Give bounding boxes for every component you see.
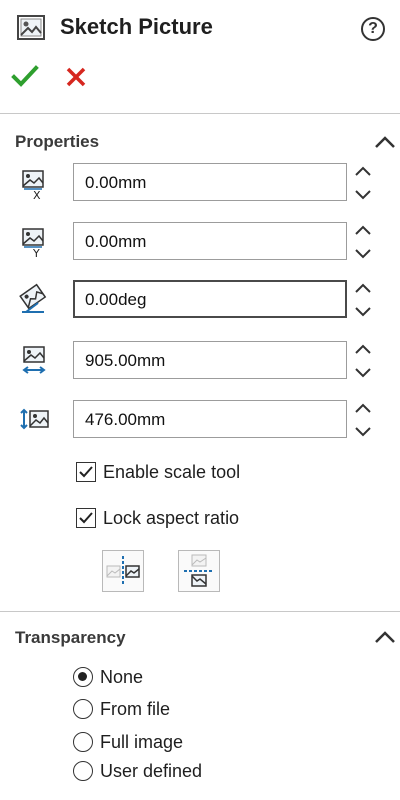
radio-button[interactable] — [73, 761, 93, 781]
section-divider — [0, 611, 400, 612]
radio-label: User defined — [100, 760, 203, 781]
transparency-option-user-defined[interactable]: User defined — [73, 759, 202, 783]
radio-button[interactable] — [73, 732, 93, 752]
checkmark-icon — [11, 65, 39, 87]
radio-label: None — [100, 666, 144, 687]
up-down-spinner-icon — [355, 344, 371, 378]
close-icon — [66, 67, 86, 87]
radio-label: From file — [100, 698, 171, 719]
ok-button[interactable] — [10, 62, 40, 92]
origin-y-spinner[interactable] — [352, 220, 374, 264]
cancel-button[interactable] — [61, 62, 91, 92]
flip-horizontal-button[interactable] — [102, 550, 144, 592]
width-input[interactable]: 905.00mm — [73, 341, 347, 379]
picture-rotation-icon — [18, 283, 50, 317]
picture-height-icon — [18, 402, 50, 436]
checkbox-label: Lock aspect ratio — [103, 507, 240, 528]
radio-button[interactable] — [73, 699, 93, 719]
properties-section-title: Properties — [15, 132, 100, 151]
picture-width-icon — [18, 343, 50, 377]
flip-vertical-icon — [184, 554, 214, 587]
svg-text:Y: Y — [32, 247, 40, 260]
checkmark-icon — [79, 466, 93, 478]
picture-origin-y-icon: Y — [18, 226, 50, 260]
sketch-picture-icon — [16, 13, 46, 43]
width-spinner[interactable] — [352, 339, 374, 383]
rotation-input[interactable]: 0.00deg — [73, 280, 347, 318]
radio-label: Full image — [100, 731, 184, 752]
chevron-up-icon — [375, 631, 395, 643]
properties-collapse-button[interactable] — [373, 134, 397, 150]
panel-title: Sketch Picture — [60, 14, 213, 39]
transparency-collapse-button[interactable] — [373, 629, 397, 645]
height-input[interactable]: 476.00mm — [73, 400, 347, 438]
checkbox-box[interactable] — [76, 508, 96, 528]
height-spinner[interactable] — [352, 398, 374, 442]
enable-scale-tool-checkbox[interactable]: Enable scale tool — [76, 460, 240, 484]
checkmark-icon — [79, 512, 93, 524]
flip-vertical-button[interactable] — [178, 550, 220, 592]
up-down-spinner-icon — [355, 283, 371, 317]
help-button[interactable]: ? — [361, 17, 385, 41]
transparency-option-from-file[interactable]: From file — [73, 697, 170, 721]
transparency-option-none[interactable]: None — [73, 665, 143, 689]
transparency-section-title: Transparency — [15, 628, 126, 647]
flip-horizontal-icon — [106, 556, 140, 586]
origin-x-input[interactable]: 0.00mm — [73, 163, 347, 201]
rotation-spinner[interactable] — [352, 278, 374, 322]
origin-y-input[interactable]: 0.00mm — [73, 222, 347, 260]
chevron-up-icon — [375, 136, 395, 148]
question-mark-icon: ? — [368, 20, 378, 37]
svg-text:X: X — [33, 189, 41, 202]
origin-x-spinner[interactable] — [352, 161, 374, 205]
checkbox-box[interactable] — [76, 462, 96, 482]
transparency-option-full-image[interactable]: Full image — [73, 730, 183, 754]
header-divider — [0, 113, 400, 114]
lock-aspect-ratio-checkbox[interactable]: Lock aspect ratio — [76, 506, 239, 530]
radio-button[interactable] — [73, 667, 93, 687]
up-down-spinner-icon — [355, 166, 371, 200]
picture-origin-x-icon: X — [18, 168, 50, 202]
radio-selected-dot — [78, 672, 87, 681]
up-down-spinner-icon — [355, 403, 371, 437]
up-down-spinner-icon — [355, 225, 371, 259]
checkbox-label: Enable scale tool — [103, 461, 241, 482]
